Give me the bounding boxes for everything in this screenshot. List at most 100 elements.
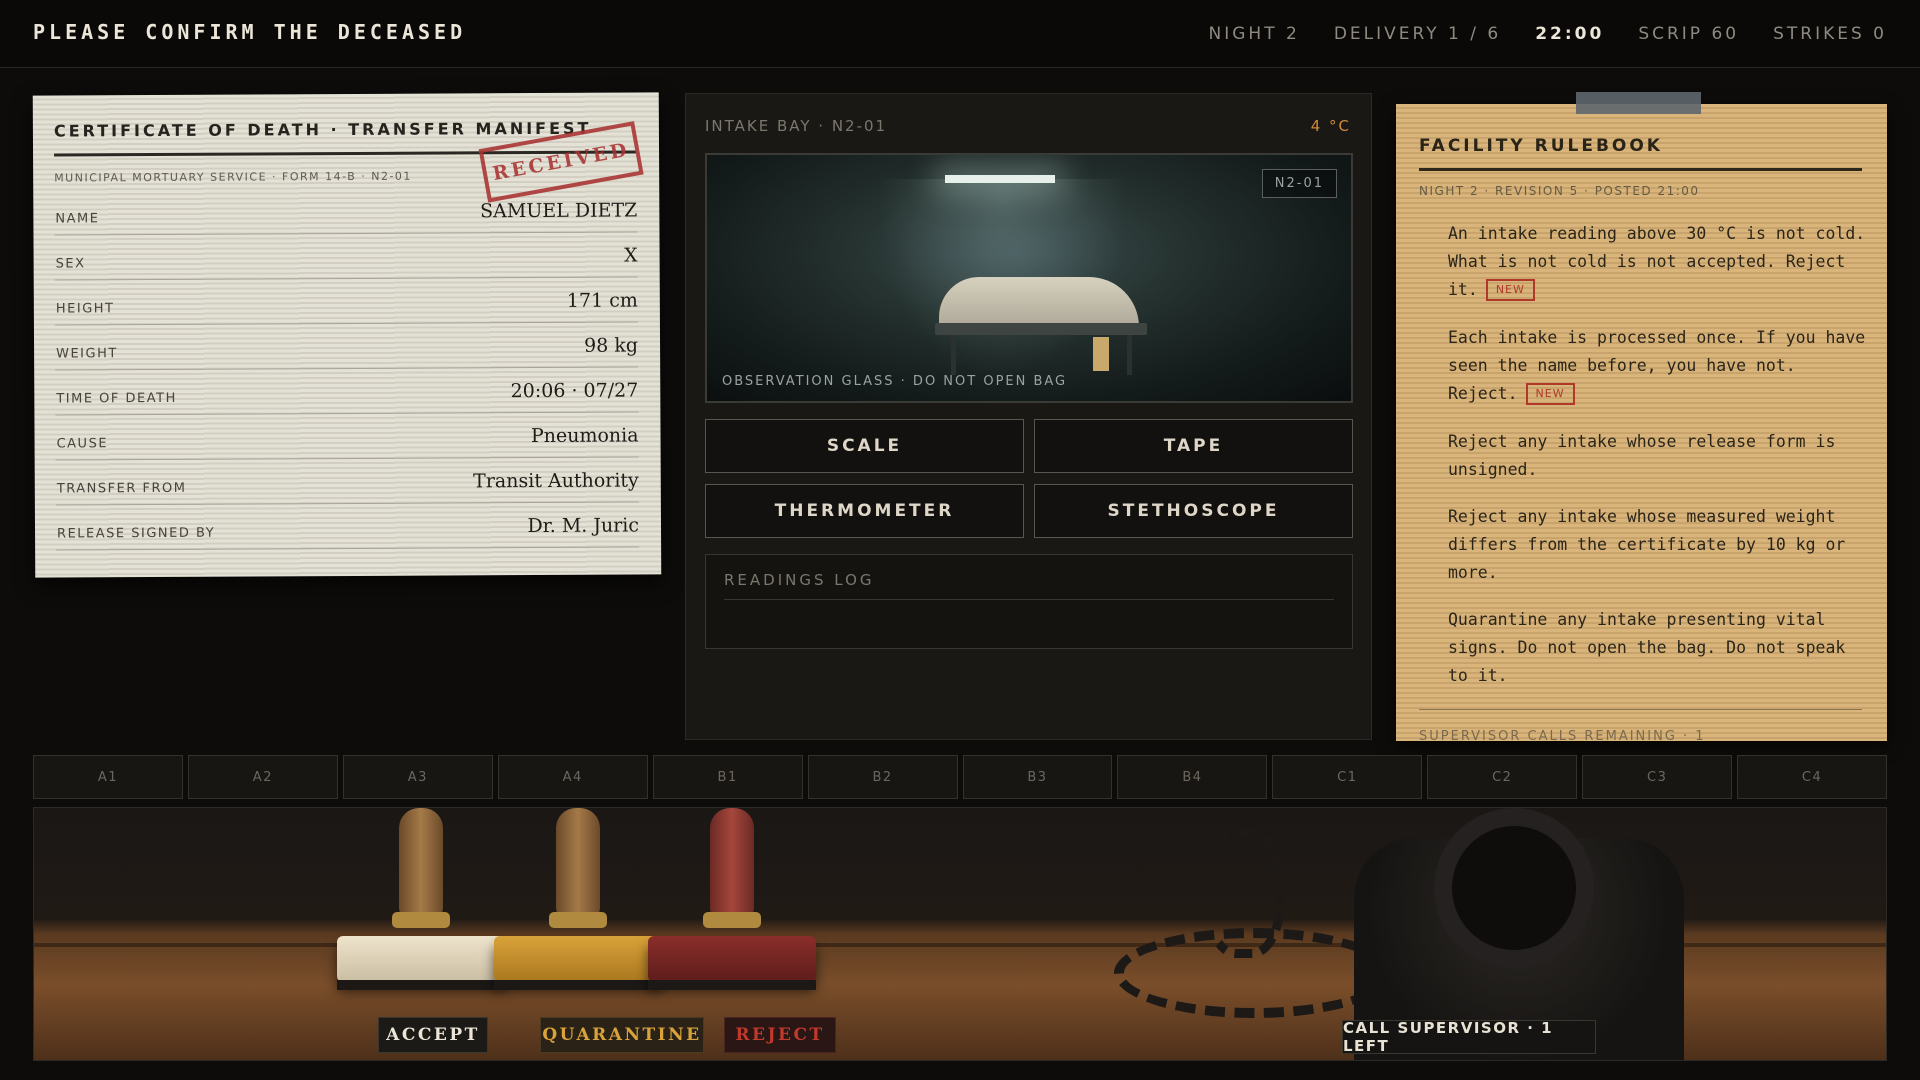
new-badge: NEW [1485, 279, 1535, 301]
rulebook-subtitle: NIGHT 2 · REVISION 5 · POSTED 21:00 [1419, 184, 1700, 198]
field-weight: WEIGHT 98 kg [54, 323, 639, 371]
reject-stamp-base[interactable] [648, 936, 816, 982]
field-name: NAME SAMUEL DIETZ [54, 188, 638, 236]
accept-stamp-pad [337, 980, 505, 990]
new-badge: NEW [1525, 383, 1575, 405]
quarantine-stamp-handle[interactable] [556, 808, 600, 918]
intake-bay-label: INTAKE BAY · N2-01 [705, 117, 888, 135]
field-time-of-death: TIME OF DEATH 20:06 · 07/27 [55, 368, 639, 416]
accept-stamp-neck [392, 912, 450, 928]
field-sex: SEX X [54, 233, 638, 281]
viewport-caption: OBSERVATION GLASS · DO NOT OPEN BAG [722, 374, 1068, 389]
field-label: SEX [55, 256, 86, 272]
death-certificate[interactable]: CERTIFICATE OF DEATH · TRANSFER MANIFEST… [32, 92, 662, 578]
game-title: PLEASE CONFIRM THE DECEASED [33, 20, 467, 44]
field-release-signed-by: RELEASE SIGNED BY Dr. M. Juric [55, 503, 640, 551]
thermometer-button[interactable]: THERMOMETER [705, 484, 1024, 538]
scale-button[interactable]: SCALE [705, 419, 1024, 473]
field-cause: CAUSE Pneumonia [55, 413, 639, 461]
scrip-counter: SCRIP 60 [1638, 24, 1740, 44]
storage-slot-a4[interactable]: A4 [497, 755, 648, 799]
rule-text: Each intake is processed once. If you ha… [1448, 328, 1866, 403]
storage-slot-a3[interactable]: A3 [342, 755, 493, 799]
field-label: WEIGHT [56, 346, 118, 362]
field-transfer-from: TRANSFER FROM Transit Authority [55, 458, 639, 506]
rule-item: Reject any intake whose measured weight … [1448, 503, 1870, 587]
strikes-counter: STRIKES 0 [1773, 24, 1887, 44]
delivery-counter: DELIVERY 1 / 6 [1333, 24, 1502, 44]
field-label: RELEASE SIGNED BY [56, 525, 216, 542]
field-value: Pneumonia [530, 424, 639, 448]
rule-item: An intake reading above 30 °C is not col… [1448, 220, 1870, 304]
reject-stamp-handle[interactable] [710, 808, 754, 918]
field-label: TIME OF DEATH [56, 390, 177, 407]
field-label: HEIGHT [55, 301, 115, 317]
reject-stamp-neck [703, 912, 761, 928]
readings-log: READINGS LOG [705, 554, 1353, 649]
certificate-title: CERTIFICATE OF DEATH · TRANSFER MANIFEST [53, 118, 592, 141]
rule-text: Quarantine any intake presenting vital s… [1448, 610, 1846, 685]
reject-stamp-pad [648, 980, 816, 990]
field-height: HEIGHT 171 cm [54, 278, 638, 326]
supervisor-calls-remaining: SUPERVISOR CALLS REMAINING · 1 [1419, 729, 1706, 741]
rulebook-title: FACILITY RULEBOOK [1419, 136, 1663, 156]
quarantine-stamp-base[interactable] [494, 936, 662, 982]
storage-slot-b2[interactable]: B2 [807, 755, 958, 799]
call-supervisor-button[interactable]: CALL SUPERVISOR · 1 LEFT [1342, 1019, 1596, 1055]
field-value: 98 kg [584, 334, 639, 357]
accept-stamp-handle[interactable] [399, 808, 443, 918]
storage-slot-c4[interactable]: C4 [1737, 755, 1888, 799]
ceiling-light [945, 175, 1055, 183]
top-bar: PLEASE CONFIRM THE DECEASED NIGHT 2 DELI… [0, 0, 1920, 68]
toe-tag [1093, 337, 1109, 371]
viewport-tag: N2-01 [1261, 169, 1337, 198]
clock: 22:00 [1535, 24, 1605, 44]
field-label: TRANSFER FROM [56, 480, 187, 497]
quarantine-stamp-neck [549, 912, 607, 928]
storage-slots: A1 A2 A3 A4 B1 B2 B3 B4 C1 C2 C3 C4 [33, 755, 1888, 799]
readings-log-title: READINGS LOG [724, 571, 875, 589]
rule-text: Reject any intake whose measured weight … [1448, 507, 1846, 582]
accept-button[interactable]: ACCEPT [378, 1017, 488, 1053]
field-label: CAUSE [56, 436, 109, 452]
field-value: X [623, 244, 638, 267]
tape-strip [1576, 92, 1701, 114]
field-value: 20:06 · 07/27 [510, 379, 639, 403]
certificate-subtitle: MUNICIPAL MORTUARY SERVICE · FORM 14-B ·… [54, 169, 412, 185]
field-value: SAMUEL DIETZ [480, 199, 638, 223]
rule-item: Reject any intake whose release form is … [1448, 428, 1870, 484]
storage-slot-b4[interactable]: B4 [1117, 755, 1268, 799]
quarantine-button[interactable]: QUARANTINE [540, 1017, 704, 1053]
gurney-leg [1127, 335, 1132, 375]
rulebook-divider [1419, 168, 1862, 171]
phone-cord-coil [1204, 828, 1284, 958]
storage-slot-a2[interactable]: A2 [187, 755, 338, 799]
storage-slot-b3[interactable]: B3 [962, 755, 1113, 799]
quarantine-stamp-pad [494, 980, 662, 990]
stethoscope-button[interactable]: STETHOSCOPE [1034, 484, 1353, 538]
rotary-dial [1434, 808, 1594, 968]
storage-slot-b1[interactable]: B1 [652, 755, 803, 799]
accept-stamp-base[interactable] [337, 936, 505, 982]
night-indicator: NIGHT 2 [1208, 24, 1300, 44]
rule-item: Each intake is processed once. If you ha… [1448, 324, 1870, 408]
rulebook-footer-divider [1419, 709, 1862, 710]
field-value: Transit Authority [473, 469, 639, 493]
storage-slot-c2[interactable]: C2 [1427, 755, 1578, 799]
intake-panel: INTAKE BAY · N2-01 4 °C N2-01 OBSERVATIO… [685, 93, 1372, 740]
readings-divider [724, 599, 1334, 600]
field-label: NAME [55, 211, 100, 227]
storage-slot-c1[interactable]: C1 [1272, 755, 1423, 799]
desk-scene [33, 807, 1887, 1061]
gurney-leg [951, 335, 956, 375]
reject-button[interactable]: REJECT [724, 1017, 836, 1053]
storage-slot-a1[interactable]: A1 [33, 755, 183, 799]
tape-button[interactable]: TAPE [1034, 419, 1353, 473]
storage-slot-c3[interactable]: C3 [1582, 755, 1733, 799]
field-value: Dr. M. Juric [527, 514, 640, 538]
rule-item: Quarantine any intake presenting vital s… [1448, 606, 1870, 690]
facility-rulebook[interactable]: FACILITY RULEBOOK NIGHT 2 · REVISION 5 ·… [1396, 104, 1887, 741]
status-bar: NIGHT 2 DELIVERY 1 / 6 22:00 SCRIP 60 ST… [1209, 24, 1887, 44]
rule-text: Reject any intake whose release form is … [1448, 432, 1836, 479]
observation-viewport[interactable]: N2-01 OBSERVATION GLASS · DO NOT OPEN BA… [705, 153, 1353, 403]
